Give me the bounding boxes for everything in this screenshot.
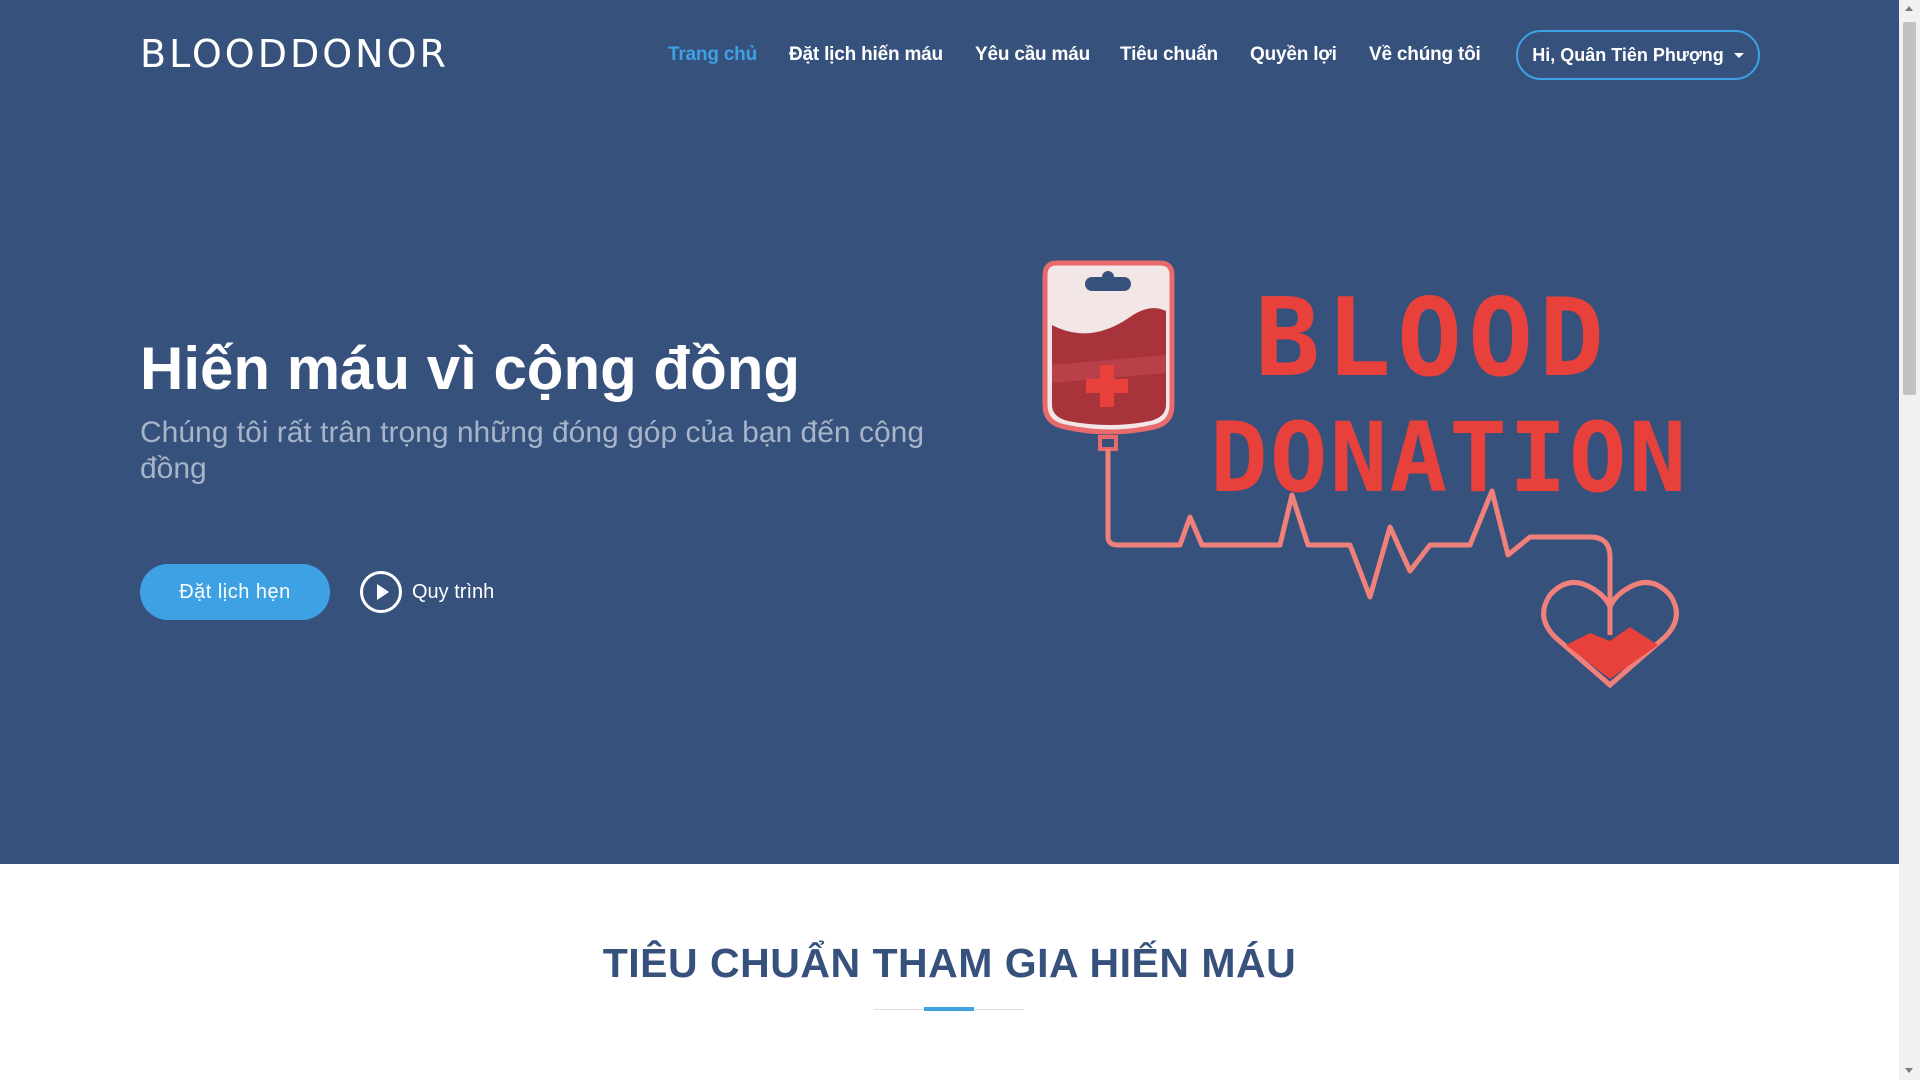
user-menu-button[interactable]: Hi, Quân Tiên Phượng xyxy=(1516,30,1760,80)
nav-item-about[interactable]: Về chúng tôi xyxy=(1369,44,1481,66)
illustration-text-blood: BLOOD xyxy=(1255,276,1610,401)
illustration-text-donation: DONATION xyxy=(1210,402,1688,514)
play-icon xyxy=(360,571,402,613)
section-divider-accent xyxy=(924,1007,974,1011)
caret-down-icon xyxy=(1733,52,1744,58)
process-label: Quy trình xyxy=(412,580,495,603)
section-title: TIÊU CHUẨN THAM GIA HIẾN MÁU xyxy=(602,940,1297,986)
nav-item-standards[interactable]: Tiêu chuẩn xyxy=(1120,44,1218,66)
user-menu-label: Hi, Quân Tiên Phượng xyxy=(1532,44,1724,65)
nav-item-blood-request[interactable]: Yêu cầu máu xyxy=(975,44,1090,66)
book-appointment-button[interactable]: Đặt lịch hẹn xyxy=(140,564,330,620)
scrollbar-thumb[interactable] xyxy=(1903,22,1916,395)
process-link[interactable]: Quy trình xyxy=(360,571,494,613)
nav-item-schedule[interactable]: Đặt lịch hiến máu xyxy=(789,44,943,66)
scroll-down-icon[interactable] xyxy=(1905,1068,1913,1073)
hero-subtitle: Chúng tôi rất trân trọng những đóng góp … xyxy=(140,416,924,485)
scroll-up-icon[interactable] xyxy=(1905,6,1913,11)
blood-donation-illustration: BLOOD DONATION xyxy=(1042,260,1688,689)
nav-item-home[interactable]: Trang chủ xyxy=(668,44,757,66)
nav-item-benefits[interactable]: Quyền lợi xyxy=(1250,44,1337,66)
blood-bag-icon xyxy=(1042,260,1175,451)
brand-logo[interactable]: BLOODDONOR xyxy=(140,32,449,76)
hero-title: Hiến máu vì cộng đồng xyxy=(140,335,801,402)
